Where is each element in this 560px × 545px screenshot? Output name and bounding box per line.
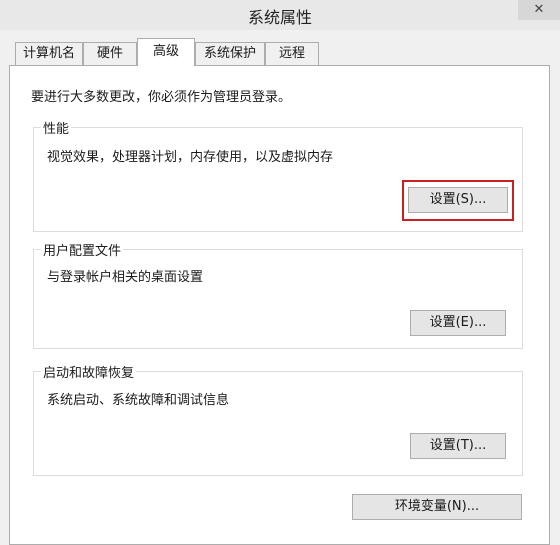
- performance-description: 视觉效果，处理器计划，内存使用，以及虚拟内存: [47, 150, 334, 165]
- title-bar: 系统属性 ✕: [0, 0, 560, 30]
- user-profiles-group-title: 用户配置文件: [41, 240, 124, 259]
- startup-recovery-group: [33, 371, 523, 476]
- tab-advanced[interactable]: 高级: [137, 38, 195, 66]
- window-title: 系统属性: [247, 8, 312, 27]
- tab-remote[interactable]: 远程: [265, 42, 319, 65]
- user-profiles-description: 与登录帐户相关的桌面设置: [47, 270, 204, 285]
- close-button[interactable]: ✕: [518, 0, 560, 20]
- user-profiles-settings-button[interactable]: 设置(E)...: [410, 310, 506, 336]
- environment-variables-button[interactable]: 环境变量(N)...: [352, 494, 522, 520]
- startup-recovery-settings-button[interactable]: 设置(T)...: [410, 433, 506, 459]
- tab-computer-name[interactable]: 计算机名: [15, 42, 83, 65]
- performance-group-title: 性能: [41, 118, 72, 137]
- close-icon: ✕: [533, 2, 545, 17]
- tab-system-protection[interactable]: 系统保护: [195, 42, 265, 65]
- admin-notice: 要进行大多数更改，你必须作为管理员登录。: [31, 90, 292, 105]
- startup-recovery-description: 系统启动、系统故障和调试信息: [47, 393, 230, 408]
- tab-hardware[interactable]: 硬件: [83, 42, 137, 65]
- startup-recovery-group-title: 启动和故障恢复: [41, 362, 137, 381]
- highlight-box: [402, 180, 514, 221]
